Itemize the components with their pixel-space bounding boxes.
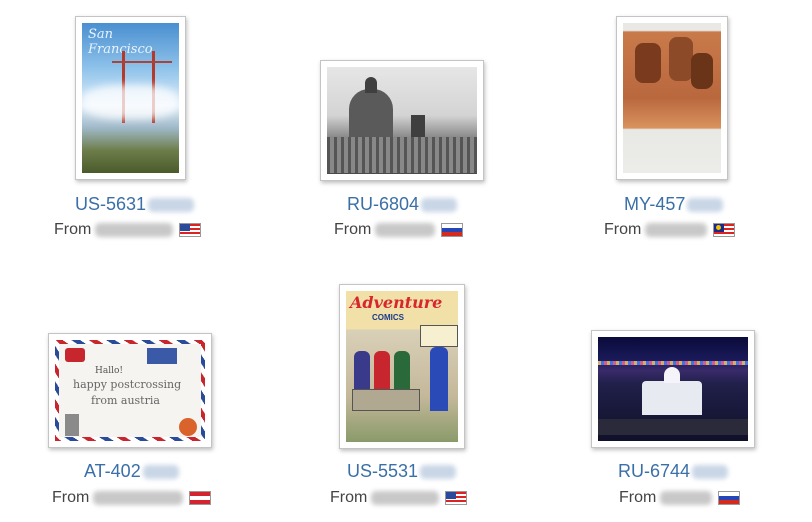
sender-username[interactable] [93, 491, 184, 505]
postcard-image: Adventure COMICS [346, 291, 458, 442]
flag-ru-icon [718, 491, 741, 505]
card-text-line: from austria [91, 394, 160, 407]
sender-username[interactable] [660, 491, 713, 505]
postcard-code-link[interactable]: MY-457 [624, 194, 724, 215]
from-label: From [619, 489, 657, 506]
postcard-from-line: From [334, 221, 464, 239]
postcard-thumbnail[interactable]: San Francisco [75, 16, 186, 180]
postcard-code-link[interactable]: US-5531 [347, 461, 457, 482]
sender-username[interactable] [371, 491, 440, 505]
flag-us-icon [179, 223, 202, 237]
postcard-thumbnail[interactable] [320, 60, 484, 181]
flag-at-icon [189, 491, 212, 505]
from-label: From [330, 489, 368, 506]
postcard-from-line: From [604, 221, 736, 239]
from-label: From [54, 221, 92, 238]
postcard-thumbnail[interactable] [616, 16, 728, 180]
postcard-code-link[interactable]: RU-6804 [347, 194, 458, 215]
postcard-thumbnail[interactable]: Hallo! happy postcrossing from austria [48, 333, 212, 448]
postcard-title-text: San Francisco [88, 27, 153, 57]
flag-my-icon [713, 223, 736, 237]
from-label: From [604, 221, 642, 238]
card-text-line: happy postcrossing [73, 378, 182, 391]
comic-subtitle-text: COMICS [372, 313, 404, 322]
sender-username[interactable] [645, 223, 708, 237]
card-text-line: Hallo! [95, 366, 124, 376]
from-label: From [52, 489, 90, 506]
postcard-thumbnail[interactable]: Adventure COMICS [339, 284, 465, 449]
postcard-from-line: From [54, 221, 202, 239]
postcard-gallery: San Francisco US-5631 From RU-6804 From … [0, 0, 812, 522]
postcard-from-line: From [619, 489, 741, 507]
sender-username[interactable] [95, 223, 174, 237]
postcard-code-link[interactable]: AT-402 [84, 461, 179, 482]
postcard-image: San Francisco [82, 23, 179, 173]
postcard-image [598, 337, 748, 441]
sender-username[interactable] [375, 223, 436, 237]
postcard-image [327, 67, 477, 174]
comic-title-text: Adventure [350, 293, 443, 312]
postcard-image: Hallo! happy postcrossing from austria [55, 340, 205, 441]
from-label: From [334, 221, 372, 238]
flag-us-icon [445, 491, 468, 505]
postcard-thumbnail[interactable] [591, 330, 755, 448]
postcard-code-link[interactable]: RU-6744 [618, 461, 729, 482]
postcard-from-line: From [330, 489, 468, 507]
flag-ru-icon [441, 223, 464, 237]
postcard-from-line: From [52, 489, 212, 507]
postcard-code-link[interactable]: US-5631 [75, 194, 195, 215]
postcard-image [623, 23, 721, 173]
